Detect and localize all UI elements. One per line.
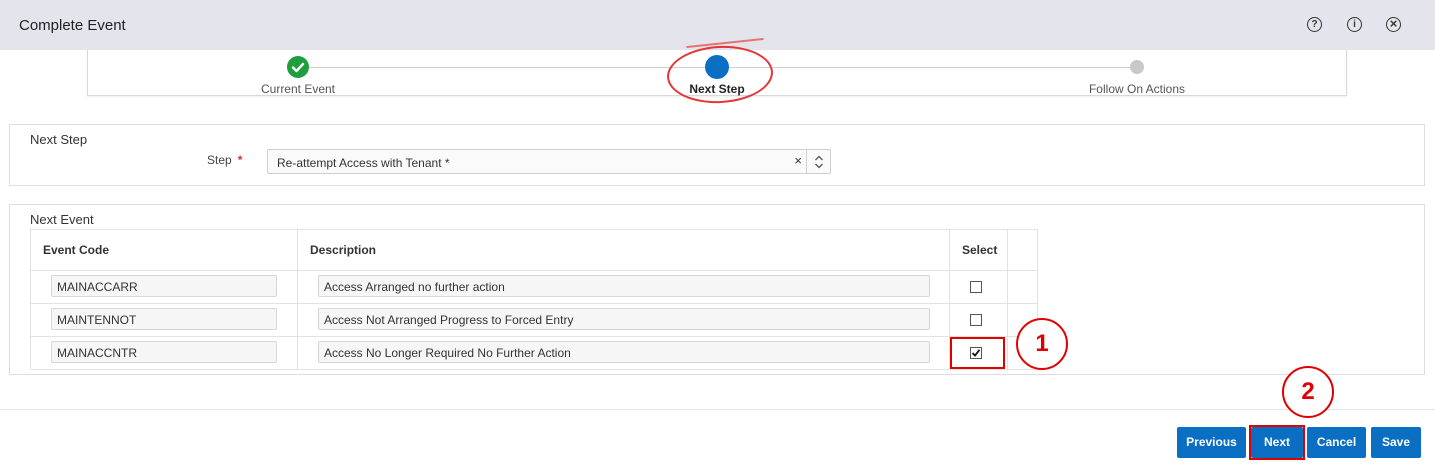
- footer-divider: [0, 409, 1435, 410]
- next-step-title: Next Step: [30, 132, 88, 147]
- stop-current-event-check-icon[interactable]: [287, 56, 309, 78]
- table-row[interactable]: MAINACCARR Access Arranged no further ac…: [30, 270, 1038, 304]
- event-code-field[interactable]: MAINTENNOT: [51, 308, 277, 330]
- step-select-value: Re-attempt Access with Tenant *: [277, 156, 450, 170]
- step-label-text: Step: [207, 153, 232, 167]
- chevron-up-down-icon[interactable]: [806, 150, 830, 173]
- next-event-table: Event Code Description Select MAINACCARR…: [30, 229, 1038, 370]
- save-button[interactable]: Save: [1371, 427, 1421, 458]
- column-header-event-code[interactable]: Event Code: [30, 229, 298, 271]
- select-checkbox[interactable]: [970, 281, 982, 293]
- annotation-highlight-next: [1249, 425, 1305, 460]
- info-icon[interactable]: i: [1347, 17, 1362, 32]
- required-marker: *: [237, 153, 243, 167]
- previous-button[interactable]: Previous: [1177, 427, 1246, 458]
- column-header-select[interactable]: Select: [949, 229, 1008, 271]
- step-select[interactable]: Re-attempt Access with Tenant * ×: [267, 149, 831, 174]
- cancel-button[interactable]: Cancel: [1307, 427, 1366, 458]
- clear-icon[interactable]: ×: [794, 153, 802, 168]
- row-spacer: [1007, 270, 1038, 304]
- column-header-description[interactable]: Description: [297, 229, 950, 271]
- annotation-highlight-checkbox: [950, 337, 1005, 369]
- stop-follow-on-actions-dot[interactable]: [1130, 60, 1144, 74]
- description-field[interactable]: Access Not Arranged Progress to Forced E…: [318, 308, 930, 330]
- description-field[interactable]: Access Arranged no further action: [318, 275, 930, 297]
- table-row[interactable]: MAINACCNTR Access No Longer Required No …: [30, 336, 1038, 370]
- description-field[interactable]: Access No Longer Required No Further Act…: [318, 341, 930, 363]
- dialog-title: Complete Event: [19, 17, 126, 34]
- annotation-number-2: 2: [1282, 366, 1334, 418]
- column-header-spacer: [1007, 229, 1038, 271]
- table-row[interactable]: MAINTENNOT Access Not Arranged Progress …: [30, 303, 1038, 337]
- table-header-row: Event Code Description Select: [30, 229, 1038, 271]
- stop-label-follow-on-actions[interactable]: Follow On Actions: [1089, 82, 1185, 96]
- step-label: Step *: [207, 153, 242, 167]
- help-icon[interactable]: ?: [1307, 17, 1322, 32]
- close-icon[interactable]: ×: [1386, 17, 1401, 32]
- next-event-title: Next Event: [30, 212, 94, 227]
- event-code-field[interactable]: MAINACCNTR: [51, 341, 277, 363]
- select-checkbox[interactable]: [970, 314, 982, 326]
- annotation-number-1: 1: [1016, 318, 1068, 370]
- event-code-field[interactable]: MAINACCARR: [51, 275, 277, 297]
- stop-label-current-event[interactable]: Current Event: [261, 82, 335, 96]
